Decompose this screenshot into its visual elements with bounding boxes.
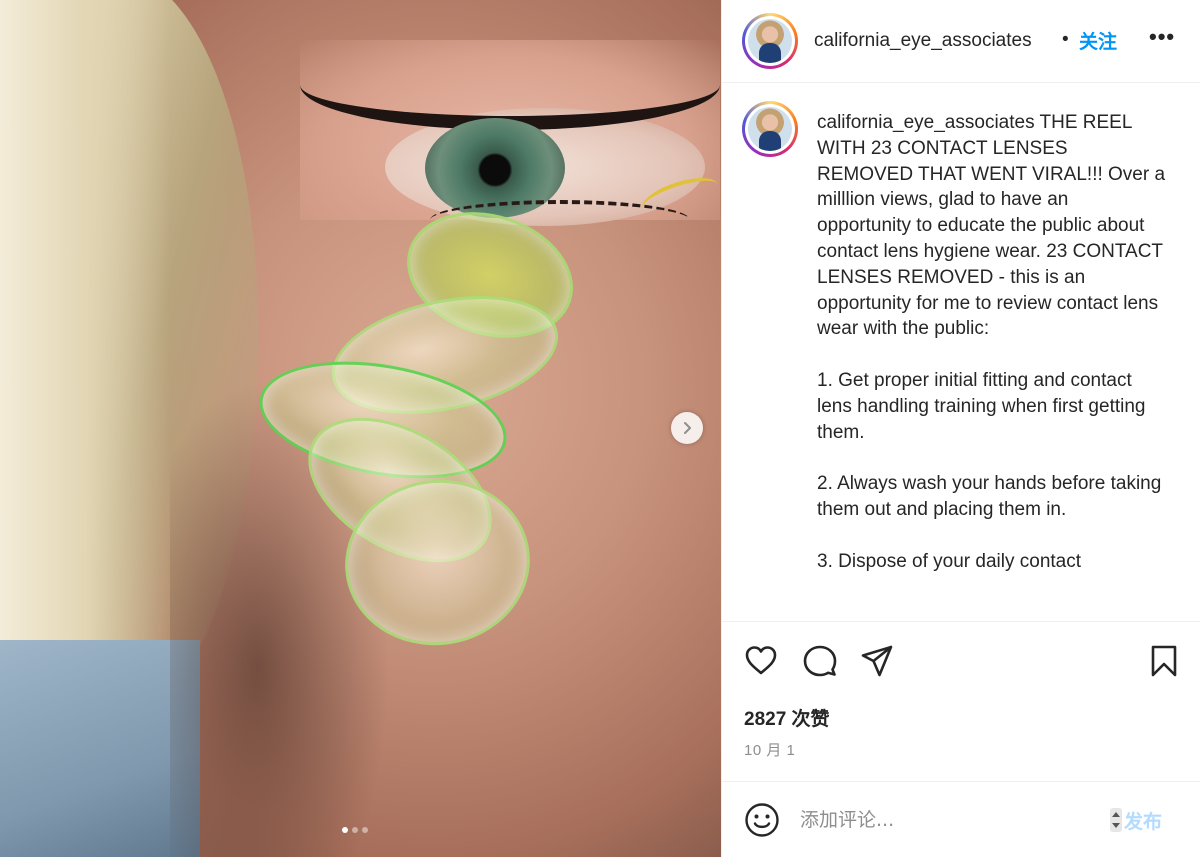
header-username[interactable]: california_eye_associates	[814, 30, 1032, 52]
post-comment-button[interactable]: 发布	[1110, 806, 1162, 834]
post-image[interactable]	[0, 0, 721, 857]
caption-area: california_eye_associates THE REEL WITH …	[722, 84, 1200, 620]
post-comment-label: 发布	[1124, 810, 1163, 833]
carousel-next-button[interactable]	[671, 412, 703, 444]
heart-icon[interactable]	[744, 644, 778, 678]
carousel-dot	[352, 827, 358, 833]
chevron-right-icon	[684, 422, 691, 434]
profile-picture	[748, 19, 792, 63]
upper-lashes	[300, 40, 720, 130]
comment-bar: 发布	[722, 781, 1200, 857]
bookmark-icon[interactable]	[1147, 644, 1181, 678]
carousel-dots	[342, 827, 368, 833]
share-icon[interactable]	[860, 644, 894, 678]
resize-handle-icon	[1110, 808, 1122, 832]
more-options-icon[interactable]: •••	[1149, 24, 1175, 50]
likes-count[interactable]: 2827 次赞	[744, 704, 830, 731]
carousel-dot	[342, 827, 348, 833]
separator-dot: •	[1062, 29, 1069, 50]
action-bar: 2827 次赞 10 月 1	[722, 621, 1200, 781]
post-header: california_eye_associates • 关注 •••	[722, 0, 1200, 83]
comment-icon[interactable]	[803, 644, 837, 678]
hair-highlight	[0, 0, 170, 640]
caption-username[interactable]: california_eye_associates	[817, 112, 1035, 133]
post-date[interactable]: 10 月 1	[744, 739, 795, 760]
avatar[interactable]	[742, 101, 798, 157]
caption-body: THE REEL WITH 23 CONTACT LENSES REMOVED …	[817, 112, 1166, 572]
post-side-panel: california_eye_associates • 关注 ••• calif…	[721, 0, 1200, 857]
follow-button[interactable]: 关注	[1079, 27, 1117, 54]
caption-text: california_eye_associates THE REEL WITH …	[817, 110, 1167, 574]
comment-input[interactable]	[800, 804, 1100, 836]
emoji-icon[interactable]	[744, 802, 780, 838]
profile-picture	[748, 107, 792, 151]
carousel-dot	[362, 827, 368, 833]
avatar[interactable]	[742, 13, 798, 69]
